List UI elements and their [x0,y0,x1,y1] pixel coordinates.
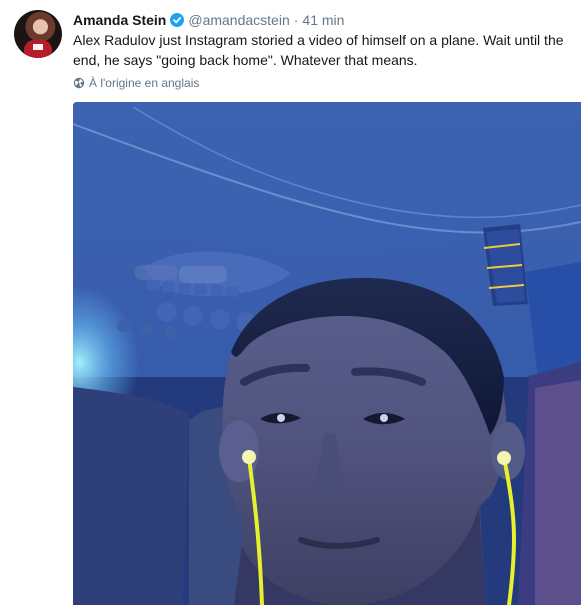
video-frame [73,102,581,605]
avatar-logo [33,44,43,50]
author-name[interactable]: Amanda Stein [73,12,166,28]
translation-note[interactable]: À l'origine en anglais [73,76,199,90]
meta-separator: · [293,12,299,28]
tweet-header: Amanda Stein @amandacstein · 41 min [73,10,344,30]
tweet-text: Alex Radulov just Instagram storied a vi… [73,32,564,68]
tweet-timestamp[interactable]: 41 min [302,12,344,28]
verified-badge-icon [170,13,185,27]
video-thumbnail[interactable] [73,102,581,605]
globe-icon [73,77,85,89]
tweet[interactable]: Amanda Stein @amandacstein · 41 min Alex… [0,0,581,605]
author-handle[interactable]: @amandacstein [188,12,289,28]
avatar[interactable] [14,10,62,58]
translation-note-label: À l'origine en anglais [89,76,200,90]
